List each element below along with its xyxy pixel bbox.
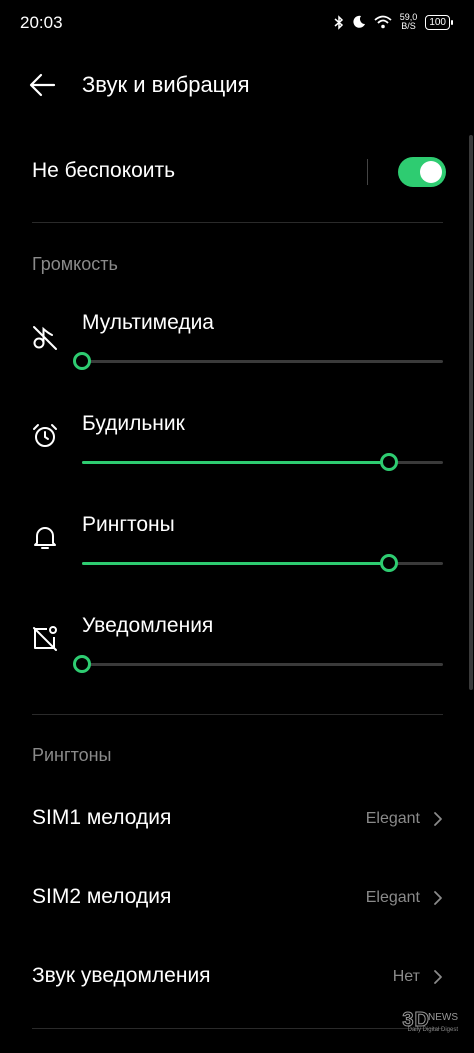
music-muted-icon [33,326,57,350]
app-header: Звук и вибрация [0,62,474,110]
watermark-logo: 3D NEWS Daily Digital Digest [388,1009,458,1037]
volume-label: Рингтоны [82,513,175,536]
slider-fill [82,562,389,565]
wifi-icon [374,15,392,29]
bell-icon [34,527,56,549]
volume-row-media: Мультимедиа [0,311,474,391]
volume-slider-media[interactable] [73,351,443,371]
alarm-clock-icon [33,424,57,447]
slider-thumb[interactable] [380,554,398,572]
list-item-value: Elegant [365,889,420,906]
notification-sound-row[interactable]: Звук уведомления Нет [0,946,474,1006]
notification-muted-icon [33,626,57,651]
list-item-value: Нет [392,968,420,985]
slider-track [82,360,443,363]
list-item-value: Elegant [365,810,420,827]
volume-row-notifications: Уведомления [0,614,474,694]
section-title-volume: Громкость [32,254,118,274]
page-title: Звук и вибрация [82,72,250,97]
status-icons: 59,0 B/S 100 [334,13,453,31]
divider [32,222,443,223]
volume-label: Мультимедиа [82,311,214,334]
watermark-brand-news: NEWS [428,1012,458,1023]
watermark-tagline: Daily Digital Digest [407,1027,458,1033]
sim1-ringtone-row[interactable]: SIM1 мелодия Elegant [0,788,474,848]
slider-thumb[interactable] [380,453,398,471]
chevron-right-icon [434,891,442,905]
list-item-label: Звук уведомления [32,964,211,987]
list-item-label: SIM2 мелодия [32,885,172,908]
volume-row-ringtone: Рингтоны [0,513,474,593]
divider [32,714,443,715]
volume-slider-notifications[interactable] [73,654,443,674]
slider-fill [82,461,389,464]
status-time: 20:03 [20,13,63,32]
slider-thumb[interactable] [73,352,91,370]
chevron-right-icon [434,970,442,984]
do-not-disturb-toggle[interactable] [398,157,446,187]
volume-slider-ringtone[interactable] [75,553,443,573]
slider-thumb[interactable] [73,655,91,673]
sim2-ringtone-row[interactable]: SIM2 мелодия Elegant [0,867,474,927]
section-title-ringtones: Рингтоны [32,745,112,765]
moon-icon [352,15,366,29]
chevron-right-icon [434,812,442,826]
do-not-disturb-label: Не беспокоить [32,159,176,182]
back-button[interactable] [28,70,62,100]
bluetooth-icon [334,14,344,30]
network-speed: 59,0 B/S [400,13,418,31]
volume-slider-alarm[interactable] [75,452,443,472]
list-item-label: SIM1 мелодия [32,806,172,829]
arrow-left-icon [29,73,56,97]
toggle-knob [420,161,442,183]
divider [32,1028,443,1029]
battery-indicator: 100 [425,14,453,30]
volume-label: Будильник [82,412,185,435]
network-speed-unit: B/S [401,21,416,31]
volume-label: Уведомления [82,614,214,637]
slider-track [82,663,443,666]
row-separator [367,159,368,185]
status-bar: 20:03 59,0 B/S 100 [0,0,474,46]
volume-row-alarm: Будильник [0,412,474,492]
do-not-disturb-row[interactable]: Не беспокоить [32,145,446,200]
